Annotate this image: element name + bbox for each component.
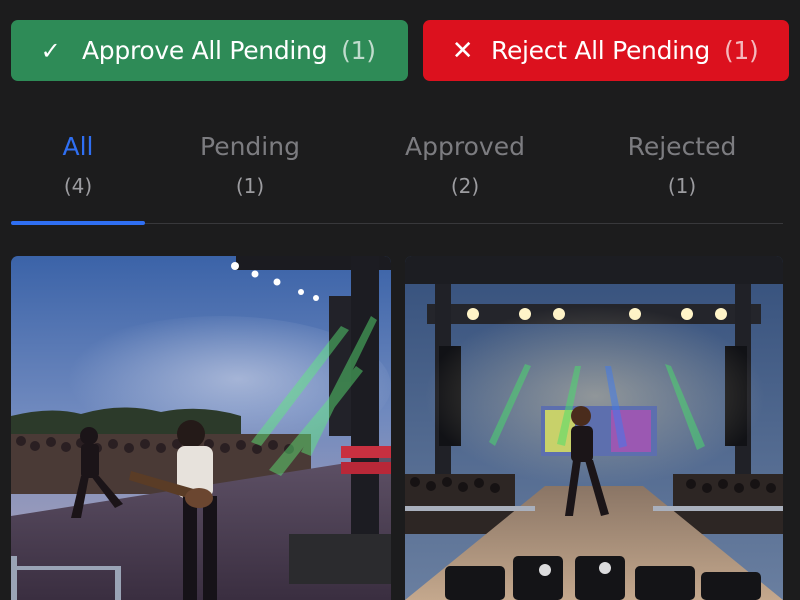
approve-all-pending-button[interactable]: ✓ Approve All Pending (1) (11, 20, 408, 81)
photo-card-outdoor-stage[interactable] (11, 256, 391, 600)
tab-approved-label: Approved (405, 132, 525, 161)
tab-pending[interactable]: Pending (1) (165, 132, 335, 198)
tab-pending-count: (1) (235, 174, 265, 198)
tab-pending-label: Pending (200, 132, 300, 161)
approve-all-label: Approve All Pending (82, 36, 328, 65)
tab-approved-count: (2) (450, 174, 480, 198)
tab-rejected[interactable]: Rejected (1) (597, 132, 767, 198)
concert-photo-arena (405, 256, 783, 600)
approve-all-count: (1) (341, 36, 376, 65)
reject-all-count: (1) (723, 36, 759, 65)
active-tab-indicator (11, 221, 145, 225)
tab-all-label: All (62, 132, 94, 161)
tab-approved[interactable]: Approved (2) (380, 132, 550, 198)
tab-all-count: (4) (63, 174, 93, 198)
filter-tabs: All (4) Pending (1) Approved (2) Rejecte… (11, 122, 783, 226)
photo-card-arena-stage[interactable] (405, 256, 783, 600)
tab-rejected-label: Rejected (627, 132, 737, 161)
x-icon: ✕ (451, 35, 474, 66)
check-icon: ✓ (40, 36, 61, 65)
tab-all[interactable]: All (4) (0, 132, 163, 198)
review-screen: ✓ Approve All Pending (1) ✕ Reject All P… (0, 0, 800, 600)
concert-photo-outdoor (11, 256, 391, 600)
reject-all-label: Reject All Pending (491, 36, 710, 65)
tab-rejected-count: (1) (667, 174, 697, 198)
reject-all-pending-button[interactable]: ✕ Reject All Pending (1) (423, 20, 789, 81)
